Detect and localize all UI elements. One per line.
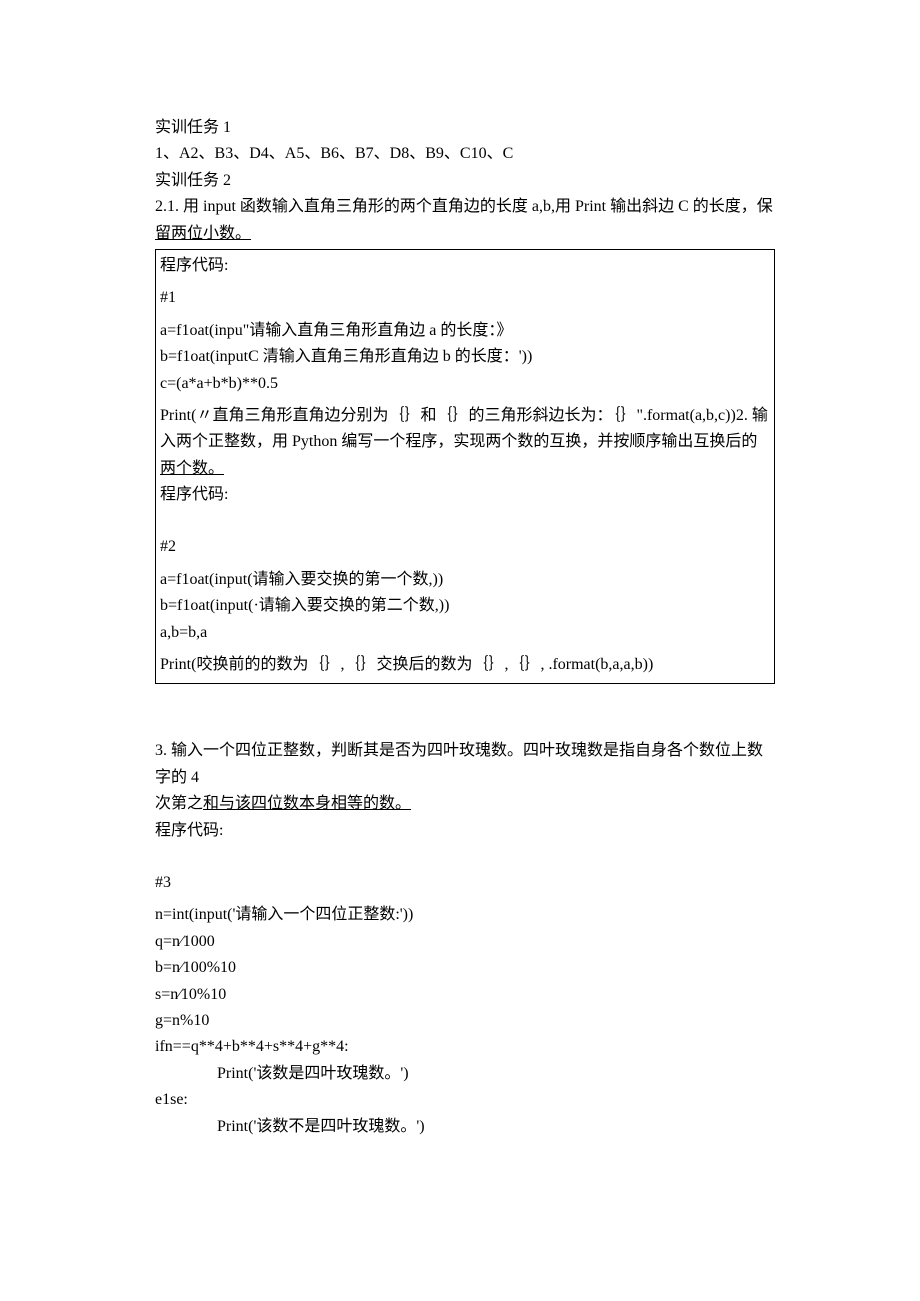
code-q: q=n⁄1000 xyxy=(155,929,775,955)
hash3: #3 xyxy=(155,870,775,896)
task1-title: 实训任务 1 xyxy=(155,115,775,141)
q3-prompt-line1: 3. 输入一个四位正整数，判断其是否为四叶玫瑰数。四叶玫瑰数是指自身各个数位上数… xyxy=(155,738,775,791)
code-label-2: 程序代码: xyxy=(160,482,770,508)
hash1: #1 xyxy=(160,285,770,311)
code-swap: a,b=b,a xyxy=(160,620,770,646)
q3-prompt-line2: 次第之和与该四位数本身相等的数。 xyxy=(155,791,775,817)
code-print1-and-q2: Print(〃直角三角形直角边分别为｛｝和｛｝的三角形斜边长为：｛｝".form… xyxy=(160,403,770,482)
spacer xyxy=(160,508,770,534)
code-c1: c=(a*a+b*b)**0.5 xyxy=(160,371,770,397)
code-else: e1se: xyxy=(155,1087,775,1113)
code-b3: b=n⁄100%10 xyxy=(155,955,775,981)
q21-print-prefix: Print(〃直角三角形直角边分别为｛｝和｛｝的三角形斜边长为：｛｝".form… xyxy=(160,407,768,450)
code-label-3: 程序代码: xyxy=(155,818,775,844)
task1-answers: 1、A2、B3、D4、A5、B6、B7、D8、B9、C10、C xyxy=(155,141,775,167)
code-b2: b=f1oat(input(·请输入要交换的第二个数,)) xyxy=(160,593,770,619)
code-b1: b=f1oat(inputC 清输入直角三角形直角边 b 的长度：')) xyxy=(160,344,770,370)
q21-prompt: 2.1. 用 input 函数输入直角三角形的两个直角边的长度 a,b,用 Pr… xyxy=(155,194,775,247)
code-print-false: Print('该数不是四叶玫瑰数。') xyxy=(155,1114,775,1140)
q21-print-underlined: 两个数。 xyxy=(160,460,224,477)
document-page: 实训任务 1 1、A2、B3、D4、A5、B6、B7、D8、B9、C10、C 实… xyxy=(0,0,920,1301)
code-n: n=int(input('请输入一个四位正整数:')) xyxy=(155,902,775,928)
code-print-true: Print('该数是四叶玫瑰数。') xyxy=(155,1061,775,1087)
hash2: #2 xyxy=(160,534,770,560)
code-s: s=n⁄10%10 xyxy=(155,982,775,1008)
code-a2: a=f1oat(input(请输入要交换的第一个数,)) xyxy=(160,567,770,593)
q21-prompt-prefix: 2.1. 用 input 函数输入直角三角形的两个直角边的长度 a,b,用 Pr… xyxy=(155,198,773,215)
q3-prompt-prefix2: 次第之 xyxy=(155,795,203,812)
task2-title: 实训任务 2 xyxy=(155,168,775,194)
q3-prompt-underlined2: 和与该四位数本身相等的数。 xyxy=(203,795,411,812)
code-g: g=n%10 xyxy=(155,1008,775,1034)
code-print2: Print(咬换前的的数为｛｝,｛｝交换后的数为｛｝,｛｝, .format(b… xyxy=(160,652,770,678)
code-box-1: 程序代码: #1 a=f1oat(inpu"请输入直角三角形直角边 a 的长度：… xyxy=(155,249,775,684)
spacer xyxy=(155,686,775,738)
code-if: ifn==q**4+b**4+s**4+g**4: xyxy=(155,1034,775,1060)
q21-prompt-underlined: 留两位小数。 xyxy=(155,225,251,242)
code-label-1: 程序代码: xyxy=(160,253,770,279)
spacer xyxy=(155,844,775,870)
code-a1: a=f1oat(inpu"请输入直角三角形直角边 a 的长度：》 xyxy=(160,318,770,344)
